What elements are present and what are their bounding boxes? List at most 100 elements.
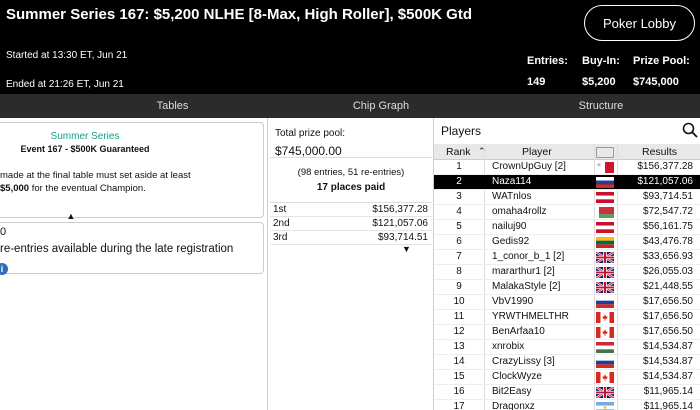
player-rank: 7: [456, 251, 462, 262]
info-icon[interactable]: i: [0, 263, 8, 275]
chevron-down-icon[interactable]: ▼: [402, 244, 411, 254]
player-result: $14,534.87: [642, 356, 693, 367]
player-row[interactable]: 10 VbV1990 $17,656.50: [434, 295, 700, 310]
player-row[interactable]: 11 YRWTHMELTHR $17,656.50: [434, 310, 700, 325]
player-result: $11,965.14: [643, 401, 693, 410]
country-flag-icon: [596, 207, 614, 218]
player-row[interactable]: 14 CrazyLissy [3] $14,534.87: [434, 355, 700, 370]
player-name[interactable]: VbV1990: [492, 296, 533, 307]
player-name[interactable]: xnrobix: [492, 341, 524, 352]
rank-column-header[interactable]: Rank: [446, 146, 471, 158]
player-row[interactable]: 2 Naza114 $121,057.06: [434, 175, 700, 190]
players-title: Players: [441, 124, 482, 138]
payout-place: 1st: [273, 204, 287, 215]
player-row[interactable]: 15 ClockWyze $14,534.87: [434, 370, 700, 385]
players-table-body: 1 CrownUpGuy [2] $156,377.28 2 Naza114 $121,0…: [434, 160, 700, 410]
player-rank: 14: [453, 356, 465, 367]
player-row[interactable]: 9 MalakaStyle [2] $21,448.55: [434, 280, 700, 295]
player-row[interactable]: 12 BenArfaa10 $17,656.50: [434, 325, 700, 340]
chevron-up-icon[interactable]: ▲: [64, 211, 78, 221]
player-result: $21,448.55: [642, 281, 693, 292]
player-result: $14,534.87: [642, 371, 693, 382]
total-prize-pool: Total prize pool: $745,000.00: [270, 122, 432, 158]
player-rank: 15: [453, 371, 465, 382]
players-panel: Players Rank ⌃ Player Results 1 CrownUpGu…: [434, 118, 700, 410]
player-row[interactable]: 17 Dragonxz $11,965.14: [434, 400, 700, 410]
player-name[interactable]: Bit2Easy: [492, 386, 531, 397]
country-flag-icon: [596, 372, 614, 383]
payout-row: 1st $156,377.28: [270, 203, 432, 217]
search-icon[interactable]: [682, 122, 698, 138]
buyin-value: $5,200: [582, 76, 616, 88]
event-name: Event 167 - $500K Guaranteed: [20, 144, 150, 154]
player-name[interactable]: 1_conor_b_1 [2]: [492, 251, 564, 262]
player-name[interactable]: omaha4rollz: [492, 206, 546, 217]
player-rank: 5: [456, 221, 462, 232]
player-row[interactable]: 3 WATnlos $93,714.51: [434, 190, 700, 205]
player-rank: 11: [453, 311, 465, 322]
payout-amount: $121,057.06: [372, 218, 428, 229]
player-name[interactable]: Dragonxz: [492, 401, 535, 410]
prize-pool-value: $745,000: [633, 76, 679, 88]
country-flag-icon: [596, 192, 614, 203]
entries-note: (98 entries, 51 re-entries): [297, 167, 405, 178]
player-result: $156,377.28: [637, 161, 693, 172]
player-name[interactable]: CrazyLissy [3]: [492, 356, 555, 367]
player-row[interactable]: 7 1_conor_b_1 [2] $33,656.93: [434, 250, 700, 265]
country-flag-icon: [596, 237, 614, 248]
flag-column-header-icon[interactable]: [596, 147, 614, 158]
player-row[interactable]: 5 nailuj90 $56,161.75: [434, 220, 700, 235]
player-row[interactable]: 4 omaha4rollz $72,547.72: [434, 205, 700, 220]
player-name[interactable]: ClockWyze: [492, 371, 542, 382]
player-name[interactable]: nailuj90: [492, 221, 526, 232]
player-rank: 13: [453, 341, 465, 352]
player-row[interactable]: 1 CrownUpGuy [2] $156,377.28: [434, 160, 700, 175]
player-name[interactable]: WATnlos: [492, 191, 531, 202]
payout-place: 2nd: [273, 218, 290, 229]
country-flag-icon: [596, 342, 614, 353]
players-table-header: Rank ⌃ Player Results: [434, 144, 700, 160]
player-name[interactable]: YRWTHMELTHR: [492, 311, 569, 322]
player-name[interactable]: CrownUpGuy [2]: [492, 161, 566, 172]
description-amount: $5,000: [0, 183, 30, 194]
places-paid: 17 places paid: [316, 182, 386, 193]
entries-label: Entries:: [527, 55, 568, 67]
country-flag-icon: [596, 162, 614, 173]
player-row[interactable]: 13 xnrobix $14,534.87: [434, 340, 700, 355]
player-rank: 9: [456, 281, 462, 292]
player-name[interactable]: Naza114: [492, 176, 531, 187]
player-result: $26,055.03: [642, 266, 693, 277]
player-column-header[interactable]: Player: [522, 146, 552, 158]
poker-lobby-button[interactable]: Poker Lobby: [584, 5, 695, 41]
entries-value: 149: [527, 76, 546, 88]
country-flag-icon: [596, 387, 614, 398]
prize-panel: Total prize pool: $745,000.00 (98 entrie…: [268, 118, 434, 410]
tab-structure[interactable]: Structure: [470, 94, 700, 118]
country-flag-icon: [596, 282, 614, 293]
description-rest: for the eventual Champion.: [29, 183, 146, 194]
country-flag-icon: [596, 267, 614, 278]
player-row[interactable]: 6 Gedis92 $43,476.78: [434, 235, 700, 250]
player-result: $17,656.50: [642, 296, 693, 307]
player-result: $17,656.50: [642, 311, 693, 322]
payout-list: 1st $156,377.28 2nd $121,057.06 3rd $93,…: [270, 202, 432, 245]
payout-row: 2nd $121,057.06: [270, 217, 432, 231]
reentry-text: re-entries available during the late reg…: [0, 243, 234, 255]
player-name[interactable]: Gedis92: [492, 236, 529, 247]
country-flag-icon: [596, 177, 614, 188]
payout-amount: $93,714.51: [377, 232, 428, 243]
player-name[interactable]: mararthur1 [2]: [492, 266, 555, 277]
player-name[interactable]: BenArfaa10: [492, 326, 545, 337]
reentry-count: 0: [0, 226, 7, 238]
player-result: $43,476.78: [642, 236, 693, 247]
player-result: $56,161.75: [642, 221, 693, 232]
player-name[interactable]: MalakaStyle [2]: [492, 281, 560, 292]
series-name: Summer Series: [50, 131, 120, 142]
results-column-header[interactable]: Results: [642, 146, 677, 158]
start-time: Started at 13:30 ET, Jun 21: [6, 50, 128, 61]
prize-pool-label: Prize Pool:: [633, 55, 690, 67]
player-row[interactable]: 16 Bit2Easy $11,965.14: [434, 385, 700, 400]
player-result: $121,057.06: [637, 176, 693, 187]
player-result: $72,547.72: [642, 206, 693, 217]
player-row[interactable]: 8 mararthur1 [2] $26,055.03: [434, 265, 700, 280]
